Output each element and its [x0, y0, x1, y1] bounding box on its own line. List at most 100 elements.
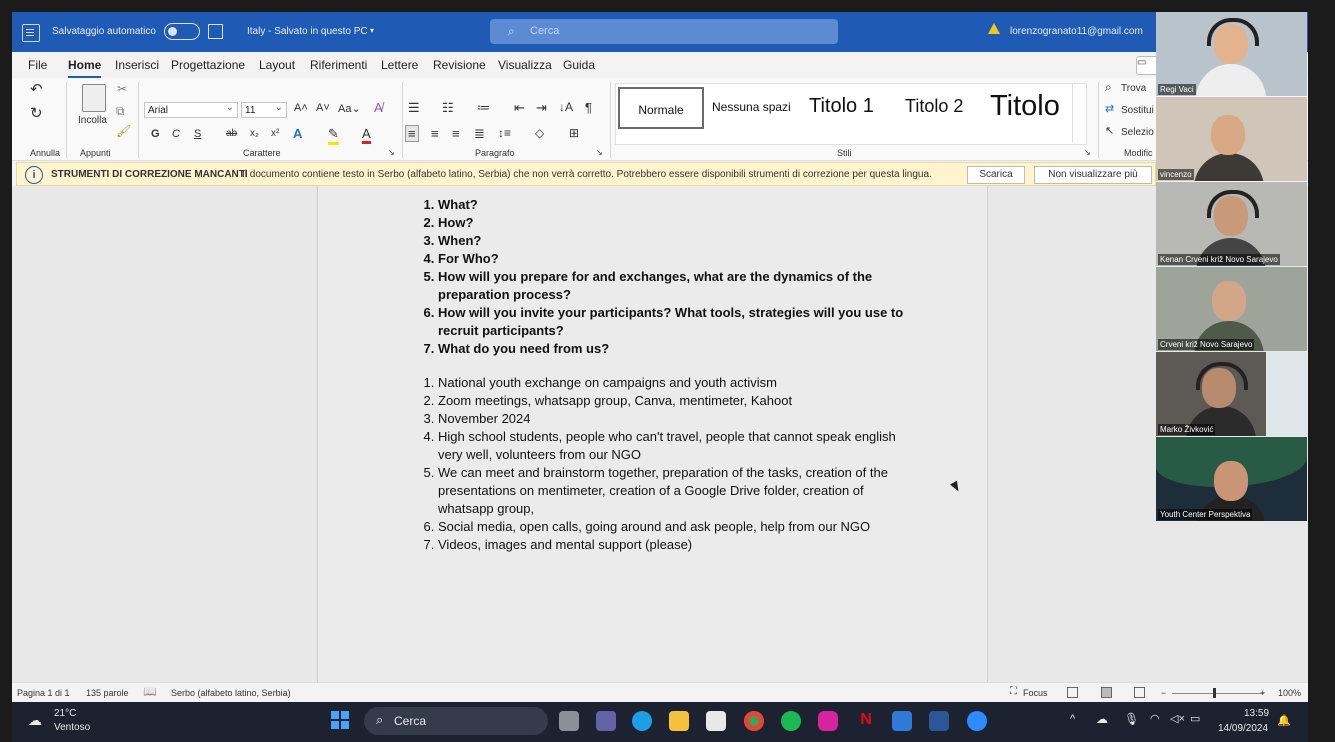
font-color-icon[interactable]: A — [362, 126, 371, 144]
list-item[interactable]: What do you need from us? — [438, 340, 908, 358]
taskbar-search[interactable]: ⌕ Cerca — [364, 707, 548, 735]
participant-tile[interactable]: Marko Živković — [1156, 352, 1307, 436]
start-icon[interactable] — [331, 711, 349, 729]
zoom-slider[interactable] — [1172, 693, 1264, 694]
list-item[interactable]: What? — [438, 196, 908, 214]
dont-show-again-button[interactable]: Non visualizzare più — [1034, 166, 1152, 184]
select-button[interactable]: Selezio — [1121, 127, 1154, 138]
strikethrough-button[interactable]: ab — [226, 128, 237, 139]
teams-icon[interactable] — [596, 711, 616, 731]
zoom-in-icon[interactable]: + — [1260, 688, 1265, 698]
list-item[interactable]: We can meet and brainstorm together, pre… — [438, 464, 913, 518]
style-normale[interactable]: Normale — [618, 87, 704, 129]
sort-icon[interactable]: ↓A — [559, 100, 573, 114]
list-item[interactable]: November 2024 — [438, 410, 913, 428]
autosave-toggle[interactable] — [164, 23, 200, 40]
style-titolo[interactable]: Titolo — [990, 90, 1060, 123]
bold-button[interactable]: G — [151, 128, 160, 140]
font-dialog-launcher-icon[interactable]: ↘ — [388, 148, 395, 157]
mail-icon[interactable] — [892, 711, 912, 731]
language-status[interactable]: Serbo (alfabeto latino, Serbia) — [171, 688, 291, 698]
pilcrow-icon[interactable]: ¶ — [585, 100, 592, 115]
document-page[interactable]: What? How? When? For Who? How will you p… — [317, 186, 988, 682]
proofing-book-icon[interactable]: 📖 — [143, 685, 157, 698]
numbering-icon[interactable]: ☷ — [442, 100, 454, 116]
weather-text[interactable]: Ventoso — [54, 722, 90, 733]
participant-tile[interactable]: Regi Vaci — [1156, 12, 1307, 96]
font-name-select[interactable]: Arial — [144, 100, 238, 118]
download-button[interactable]: Scarica — [967, 166, 1025, 184]
zoom-out-icon[interactable]: − — [1161, 688, 1166, 698]
list-item[interactable]: National youth exchange on campaigns and… — [438, 374, 913, 392]
highlight-icon[interactable]: ✎ — [328, 126, 339, 145]
find-icon[interactable]: ⌕ — [1105, 80, 1112, 95]
shrink-font-icon[interactable]: A˅ — [316, 102, 330, 114]
focus-icon[interactable]: ⛶ — [1010, 686, 1017, 697]
cut-icon[interactable]: ✂ — [117, 82, 127, 96]
tab-progettazione[interactable]: Progettazione — [171, 58, 245, 72]
search-box[interactable]: ⌕ Cerca — [490, 19, 838, 44]
clear-format-icon[interactable]: A̸ — [374, 100, 383, 115]
wifi-icon[interactable]: ◠ — [1150, 712, 1160, 725]
tab-layout[interactable]: Layout — [259, 58, 295, 72]
tab-guida[interactable]: Guida — [563, 58, 595, 72]
read-mode-icon[interactable] — [1067, 687, 1078, 698]
align-center-icon[interactable]: ≡ — [431, 126, 439, 141]
list-item[interactable]: When? — [438, 232, 908, 250]
tab-lettere[interactable]: Lettere — [381, 58, 418, 72]
focus-button[interactable]: Focus — [1023, 688, 1048, 698]
style-nessuna-spaziatura[interactable]: Nessuna spazi — [712, 100, 791, 114]
volume-icon[interactable]: ◁× — [1170, 712, 1185, 725]
line-spacing-icon[interactable]: ↕≡ — [498, 126, 511, 140]
replace-button[interactable]: Sostitui — [1121, 105, 1154, 116]
document-title[interactable]: Italy - Salvato in questo PC — [247, 26, 368, 37]
find-button[interactable]: Trova — [1121, 83, 1146, 94]
word-count[interactable]: 135 parole — [86, 688, 129, 698]
text-effects-icon[interactable]: A — [293, 126, 302, 141]
list-item[interactable]: For Who? — [438, 250, 908, 268]
tab-inserisci[interactable]: Inserisci — [115, 58, 159, 72]
zoom-slider-thumb[interactable] — [1213, 688, 1216, 698]
clock-date[interactable]: 14/09/2024 — [1218, 723, 1268, 734]
underline-button[interactable]: S — [194, 128, 201, 140]
weather-icon[interactable]: ☁ — [28, 712, 42, 729]
paste-icon[interactable] — [82, 84, 106, 112]
participant-tile[interactable]: Crveni križ Novo Sarajevo — [1156, 267, 1307, 351]
list-item[interactable]: High school students, people who can't t… — [438, 428, 913, 464]
grow-font-icon[interactable]: A˄ — [294, 102, 308, 114]
change-case-icon[interactable]: Aa⌄ — [338, 102, 361, 115]
spotify-icon[interactable] — [781, 711, 801, 731]
netflix-icon[interactable]: N — [856, 711, 876, 731]
superscript-button[interactable]: x² — [271, 128, 279, 139]
paste-label[interactable]: Incolla — [78, 115, 107, 126]
temperature[interactable]: 21°C — [54, 708, 76, 719]
instagram-icon[interactable] — [818, 711, 838, 731]
warning-icon[interactable] — [988, 23, 1000, 34]
font-size-select[interactable]: 11 — [241, 100, 287, 118]
list-item[interactable]: Zoom meetings, whatsapp group, Canva, me… — [438, 392, 913, 410]
align-right-icon[interactable]: ≡ — [452, 126, 460, 141]
tab-home[interactable]: Home — [68, 58, 102, 78]
file-explorer-icon[interactable] — [669, 711, 689, 731]
account-email[interactable]: lorenzogranato11@gmail.com — [1010, 26, 1143, 37]
bullets-icon[interactable]: ☰ — [408, 100, 420, 116]
list-item[interactable]: Videos, images and mental support (pleas… — [438, 536, 913, 554]
decrease-indent-icon[interactable]: ⇤ — [514, 100, 525, 116]
shading-icon[interactable]: ◇ — [535, 126, 544, 140]
justify-icon[interactable]: ≣ — [474, 126, 485, 142]
comment-icon[interactable]: ▭ — [1136, 56, 1158, 75]
paragraph-dialog-launcher-icon[interactable]: ↘ — [596, 148, 603, 157]
redo-icon[interactable]: ↻ — [30, 104, 43, 122]
participant-tile[interactable]: Kenan Crveni križ Novo Sarajevo — [1156, 182, 1307, 266]
tab-riferimenti[interactable]: Riferimenti — [310, 58, 367, 72]
list-item[interactable]: How will you prepare for and exchanges, … — [438, 268, 908, 304]
tab-file[interactable]: File — [28, 58, 47, 72]
save-icon[interactable] — [208, 24, 223, 39]
select-icon[interactable]: ↖ — [1105, 124, 1114, 137]
zoom-level[interactable]: 100% — [1278, 688, 1301, 698]
web-layout-icon[interactable] — [1134, 687, 1145, 698]
style-titolo-1[interactable]: Titolo 1 — [809, 95, 874, 118]
italic-button[interactable]: C — [172, 128, 180, 140]
multilevel-list-icon[interactable]: ≔ — [477, 100, 490, 116]
tab-visualizza[interactable]: Visualizza — [498, 58, 552, 72]
